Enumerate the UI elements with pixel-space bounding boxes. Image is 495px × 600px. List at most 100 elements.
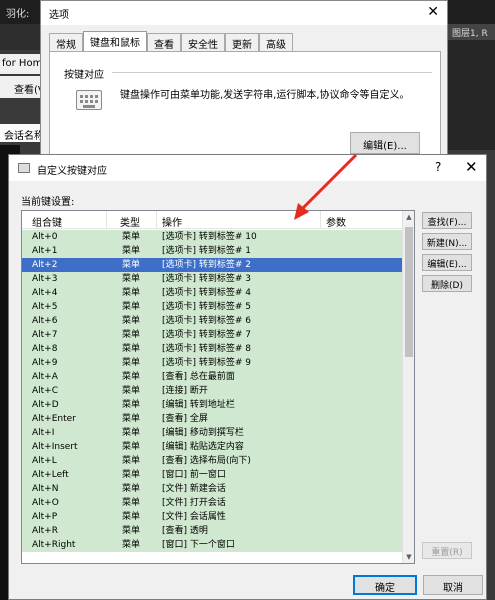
list-header: 组合键 类型 操作 参数 [22,211,402,229]
cell-action: [选项卡] 转到标签# 9 [162,358,252,368]
dialog-titlebar: 自定义按键对应 ? ✕ [9,155,486,181]
ok-button[interactable]: 确定 [353,575,417,595]
new-button[interactable]: 新建(N)... [422,233,472,250]
tab-general[interactable]: 常规 [49,33,83,51]
list-scrollbar[interactable]: ▲ ▼ [402,211,414,563]
table-row[interactable]: Alt+R 菜单 [查看] 透明 [22,524,402,538]
cell-type: 菜单 [122,288,141,298]
tab-security[interactable]: 安全性 [181,33,225,51]
table-row[interactable]: Alt+Insert 菜单 [编辑] 粘贴选定内容 [22,440,402,454]
table-row[interactable]: Alt+3 菜单 [选项卡] 转到标签# 3 [22,272,402,286]
edit-button[interactable]: 编辑(E)... [422,254,472,271]
table-row[interactable]: Alt+A 菜单 [查看] 总在最前面 [22,370,402,384]
table-row[interactable]: Alt+L 菜单 [查看] 选择布局(向下) [22,454,402,468]
table-row[interactable]: Alt+4 菜单 [选项卡] 转到标签# 4 [22,286,402,300]
delete-button[interactable]: 删除(D) [422,275,472,292]
background-layer-tab[interactable]: 图层1, R [448,24,495,40]
cell-key: Alt+O [32,498,59,508]
cell-key: Alt+D [32,400,59,410]
dialog-app-icon [18,163,30,173]
cell-key: Alt+P [32,512,58,522]
table-row[interactable]: Alt+7 菜单 [选项卡] 转到标签# 7 [22,328,402,342]
cell-action: [查看] 全屏 [162,414,208,424]
options-close-icon[interactable]: ✕ [427,4,439,20]
find-button[interactable]: 查找(F)... [422,212,472,229]
help-icon[interactable]: ? [435,160,441,174]
column-separator[interactable] [156,211,157,229]
cell-key: Alt+A [32,372,58,382]
table-row[interactable]: Alt+Left 菜单 [窗口] 前一窗口 [22,468,402,482]
column-header-key[interactable]: 组合键 [32,214,62,229]
column-header-action[interactable]: 操作 [162,214,182,229]
scroll-up-icon[interactable]: ▲ [403,211,414,223]
table-row[interactable]: Alt+P 菜单 [文件] 会话属性 [22,510,402,524]
cell-key: Alt+7 [32,330,58,340]
cell-action: [选项卡] 转到标签# 7 [162,330,252,340]
cell-key: Alt+0 [32,232,58,242]
cell-type: 菜单 [122,232,141,242]
cell-type: 菜单 [122,484,141,494]
cell-key: Alt+6 [32,316,58,326]
cell-action: [查看] 透明 [162,526,208,536]
cell-type: 菜单 [122,540,141,550]
tab-update[interactable]: 更新 [225,33,259,51]
cell-action: [连接] 断开 [162,386,208,396]
tab-keyboard-mouse[interactable]: 键盘和鼠标 [83,31,147,52]
table-row[interactable]: Alt+O 菜单 [文件] 打开会话 [22,496,402,510]
cell-key: Alt+Left [32,470,69,480]
section-description: 键盘操作可由菜单功能,发送字符串,运行脚本,协议命令等自定义。 [120,90,410,101]
table-row[interactable]: Alt+8 菜单 [选项卡] 转到标签# 8 [22,342,402,356]
cell-action: [选项卡] 转到标签# 1 [162,246,252,256]
cell-key: Alt+1 [32,246,58,256]
cancel-button[interactable]: 取消 [423,575,483,595]
scroll-down-icon[interactable]: ▼ [403,551,414,563]
close-icon[interactable]: ✕ [465,158,478,176]
cell-key: Alt+Right [32,540,76,550]
section-label: 按键对应 [64,70,104,81]
background-title: 羽化: [6,9,30,20]
cell-type: 菜单 [122,302,141,312]
cell-type: 菜单 [122,246,141,256]
keymap-list[interactable]: 组合键 类型 操作 参数 Alt+0 菜单 [选项卡] 转到标签# 10 Alt+1 菜… [21,210,415,564]
options-tab-panel: 按键对应 键盘操作可由菜单功能,发送字符串,运行脚本,协议命令等自定义。 编辑(… [49,51,441,159]
cell-action: [选项卡] 转到标签# 8 [162,344,252,354]
table-row[interactable]: Alt+1 菜单 [选项卡] 转到标签# 1 [22,244,402,258]
cell-action: [文件] 新建会话 [162,484,226,494]
cell-type: 菜单 [122,526,141,536]
table-row[interactable]: Alt+5 菜单 [选项卡] 转到标签# 5 [22,300,402,314]
column-separator[interactable] [106,211,107,229]
options-dialog: 选项 ✕ 常规 键盘和鼠标 查看 安全性 更新 高级 按键对应 键盘操作可由菜单… [40,0,448,160]
column-header-param[interactable]: 参数 [326,214,346,229]
table-row[interactable]: Alt+N 菜单 [文件] 新建会话 [22,482,402,496]
table-row[interactable]: Alt+D 菜单 [编辑] 转到地址栏 [22,398,402,412]
tab-view[interactable]: 查看 [147,33,181,51]
keyboard-icon [76,90,102,110]
table-row[interactable]: Alt+6 菜单 [选项卡] 转到标签# 6 [22,314,402,328]
reset-button[interactable]: 重置(R) [422,542,472,559]
dialog-title: 自定义按键对应 [37,166,107,177]
table-row[interactable]: Alt+2 菜单 [选项卡] 转到标签# 2 [22,258,402,272]
cell-type: 菜单 [122,260,141,270]
cell-type: 菜单 [122,372,141,382]
column-header-type[interactable]: 类型 [120,214,140,229]
cell-type: 菜单 [122,414,141,424]
table-row[interactable]: Alt+0 菜单 [选项卡] 转到标签# 10 [22,230,402,244]
section-divider [112,72,432,73]
cell-type: 菜单 [122,274,141,284]
cell-action: [编辑] 粘贴选定内容 [162,442,244,452]
cell-type: 菜单 [122,330,141,340]
column-separator[interactable] [320,211,321,229]
background-right-panel [448,40,495,150]
cell-key: Alt+R [32,526,58,536]
cell-action: [窗口] 前一窗口 [162,470,226,480]
table-row[interactable]: Alt+Right 菜单 [窗口] 下一个窗口 [22,538,402,552]
tab-advanced[interactable]: 高级 [259,33,293,51]
cell-action: [文件] 打开会话 [162,498,226,508]
table-row[interactable]: Alt+9 菜单 [选项卡] 转到标签# 9 [22,356,402,370]
options-edit-button[interactable]: 编辑(E)... [350,132,420,154]
cell-type: 菜单 [122,358,141,368]
table-row[interactable]: Alt+I 菜单 [编辑] 移动到撰写栏 [22,426,402,440]
table-row[interactable]: Alt+C 菜单 [连接] 断开 [22,384,402,398]
table-row[interactable]: Alt+Enter 菜单 [查看] 全屏 [22,412,402,426]
scroll-thumb[interactable] [405,227,413,357]
